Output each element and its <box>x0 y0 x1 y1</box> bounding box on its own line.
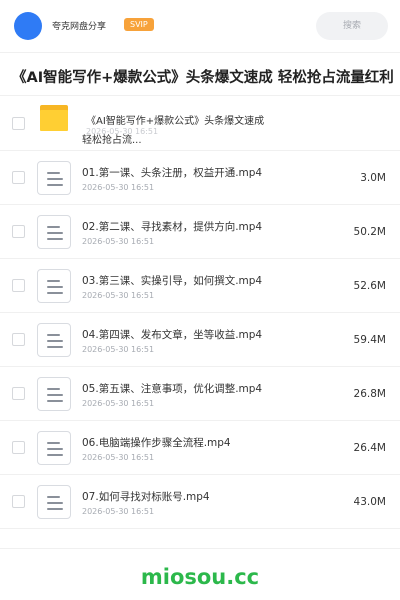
file-date: 2026-05-30 16:51 <box>82 237 155 246</box>
file-row[interactable]: 07.如何寻找对标账号.mp4 2026-05-30 16:51 43.0M <box>0 475 400 529</box>
file-name: 04.第四课、发布文章，坐等收益.mp4 <box>82 329 263 341</box>
row-checkbox[interactable] <box>12 495 25 508</box>
file-size: 59.4M <box>353 334 386 346</box>
document-icon <box>37 485 71 519</box>
row-checkbox[interactable] <box>12 117 25 130</box>
footer: miosou.cc <box>0 548 400 600</box>
watermark: miosou.cc <box>140 565 260 589</box>
file-date: 2026-05-30 16:51 <box>82 453 155 462</box>
share-title-bar: 《AI智能写作+爆款公式》头条爆文速成 轻松抢占流量红利 <box>0 52 400 96</box>
file-row[interactable]: 01.第一课、头条注册，权益开通.mp4 2026-05-30 16:51 3.0M <box>0 151 400 205</box>
file-date: 2026-05-30 16:51 <box>82 507 155 516</box>
file-row[interactable]: 06.电脑端操作步骤全流程.mp4 2026-05-30 16:51 26.4M <box>0 421 400 475</box>
file-row[interactable]: 05.第五课、注意事项，优化调整.mp4 2026-05-30 16:51 26.8… <box>0 367 400 421</box>
row-checkbox[interactable] <box>12 225 25 238</box>
file-name: 05.第五课、注意事项，优化调整.mp4 <box>82 383 263 395</box>
file-date: 2026-05-30 16:51 <box>82 183 155 192</box>
row-checkbox[interactable] <box>12 333 25 346</box>
document-icon <box>37 323 71 357</box>
folder-icon <box>40 105 68 131</box>
file-size: 26.4M <box>353 442 386 454</box>
file-name: 03.第三课、实操引导，如何撰文.mp4 <box>82 275 263 287</box>
document-icon <box>37 269 71 303</box>
folder-name-line2: 轻松抢占流... <box>82 135 142 146</box>
page-title: 《AI智能写作+爆款公式》头条爆文速成 轻松抢占流量红利 <box>12 70 394 86</box>
row-checkbox[interactable] <box>12 171 25 184</box>
document-icon <box>37 161 71 195</box>
document-icon <box>37 431 71 465</box>
file-name: 02.第二课、寻找素材，提供方向.mp4 <box>82 221 263 233</box>
file-name: 07.如何寻找对标账号.mp4 <box>82 491 210 503</box>
file-row[interactable]: 04.第四课、发布文章，坐等收益.mp4 2026-05-30 16:51 59.4… <box>0 313 400 367</box>
avatar[interactable] <box>14 12 42 40</box>
file-name: 01.第一课、头条注册，权益开通.mp4 <box>82 167 263 179</box>
row-checkbox[interactable] <box>12 441 25 454</box>
file-size: 3.0M <box>360 172 386 184</box>
document-icon <box>37 377 71 411</box>
file-size: 26.8M <box>353 388 386 400</box>
document-icon <box>37 215 71 249</box>
folder-row[interactable]: 2026-05-30 16:51 《AI智能写作+爆款公式》头条爆文速成 轻松抢… <box>0 97 400 151</box>
search-input[interactable]: 搜索 <box>316 12 388 40</box>
file-name: 06.电脑端操作步骤全流程.mp4 <box>82 437 231 449</box>
file-row[interactable]: 02.第二课、寻找素材，提供方向.mp4 2026-05-30 16:51 50.2… <box>0 205 400 259</box>
file-date: 2026-05-30 16:51 <box>82 291 155 300</box>
top-header: 夸克网盘分享 SVIP 搜索 <box>0 0 400 52</box>
svip-badge: SVIP <box>124 18 154 31</box>
row-checkbox[interactable] <box>12 387 25 400</box>
file-date: 2026-05-30 16:51 <box>82 345 155 354</box>
file-size: 50.2M <box>353 226 386 238</box>
sharer-name: 夸克网盘分享 <box>52 22 107 32</box>
file-row[interactable]: 03.第三课、实操引导，如何撰文.mp4 2026-05-30 16:51 52.6… <box>0 259 400 313</box>
folder-name-line1: 《AI智能写作+爆款公式》头条爆文速成 <box>86 116 265 127</box>
file-date: 2026-05-30 16:51 <box>82 399 155 408</box>
file-size: 43.0M <box>353 496 386 508</box>
row-checkbox[interactable] <box>12 279 25 292</box>
file-size: 52.6M <box>353 280 386 292</box>
